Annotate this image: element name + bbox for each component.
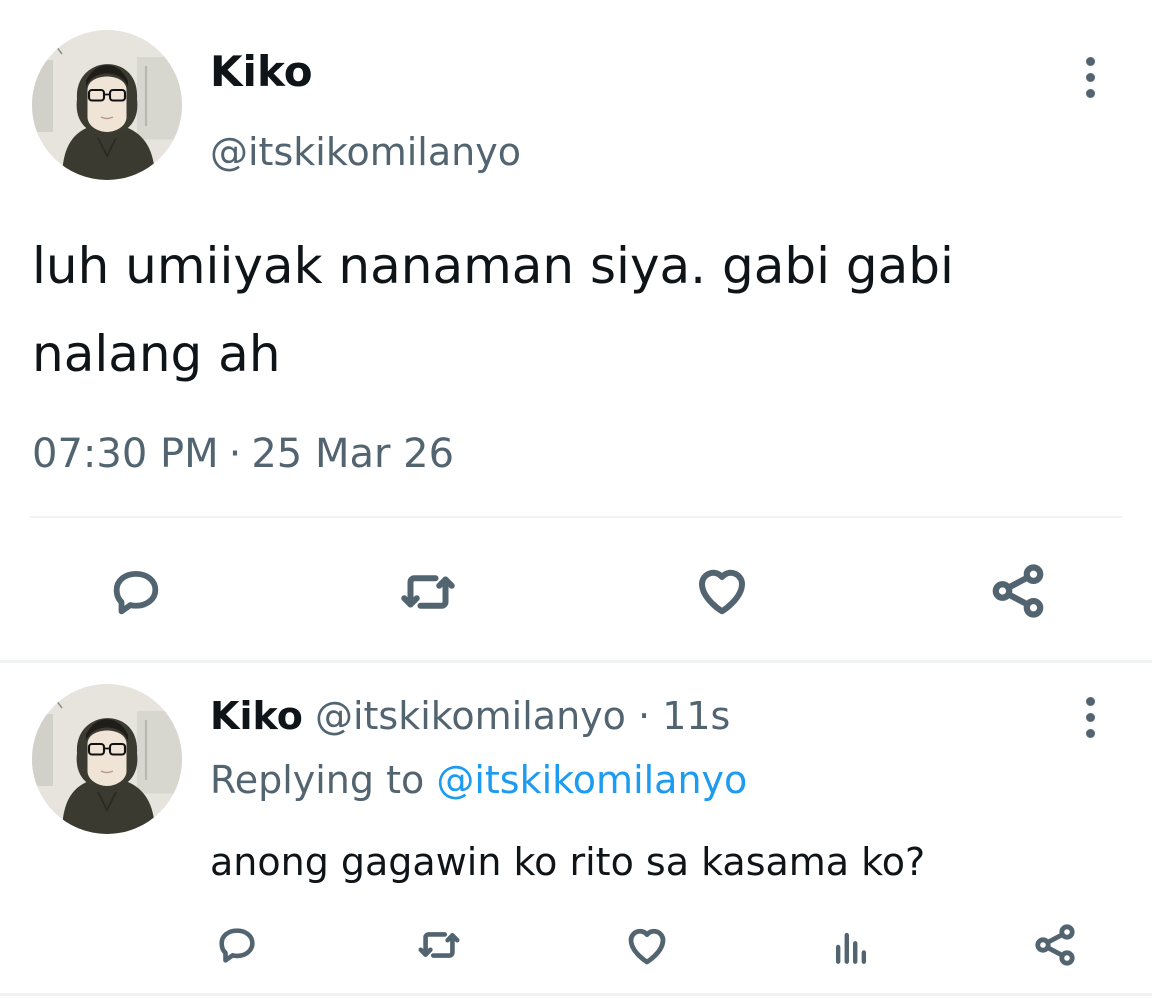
tweet-text: luh umiiyak nanaman siya. gabi gabi nala… <box>32 237 954 383</box>
more-dot-icon <box>1085 729 1095 738</box>
reply-author-name[interactable]: Kiko <box>210 694 303 738</box>
views-bar-chart-icon <box>835 932 867 964</box>
share-nodes-icon <box>1035 924 1075 966</box>
comment-bubble-icon <box>113 570 159 615</box>
meta-separator: · <box>228 431 242 477</box>
tweet-timestamp[interactable]: 07:30 PM · 25 Mar 26 <box>32 426 454 482</box>
author-handle[interactable]: @itskikomilanyo <box>210 126 521 178</box>
retweet-button[interactable] <box>392 560 464 624</box>
reply-author-handle[interactable]: @itskikomilanyo <box>315 694 626 738</box>
replying-to-line: Replying to @itskikomilanyo <box>210 752 747 808</box>
heart-icon <box>699 569 745 615</box>
reply-text: anong gagawin ko rito sa kasama ko? <box>210 840 926 884</box>
reply-relative-time[interactable]: 11s <box>662 694 730 738</box>
comment-bubble-icon <box>219 928 255 963</box>
retweet-icon <box>418 932 460 958</box>
replying-to-label: Replying to <box>210 758 425 802</box>
heart-icon <box>628 928 666 965</box>
more-dot-icon <box>1085 697 1095 706</box>
reply-author-avatar[interactable] <box>32 684 182 834</box>
author-avatar[interactable] <box>32 30 182 180</box>
share-button[interactable] <box>982 558 1054 624</box>
more-dot-icon <box>1085 57 1095 66</box>
reply-retweet-button[interactable] <box>412 918 466 972</box>
share-nodes-icon <box>992 564 1044 618</box>
avatar-photo <box>32 684 182 834</box>
section-divider <box>0 660 1152 663</box>
more-options-button[interactable] <box>1076 57 1104 98</box>
bottom-divider <box>0 993 1152 996</box>
author-name[interactable]: Kiko <box>210 44 313 100</box>
replying-to-handle-link[interactable]: @itskikomilanyo <box>436 758 747 802</box>
reply-more-options-button[interactable] <box>1076 697 1104 738</box>
reply-like-button[interactable] <box>620 918 674 972</box>
tweet-time: 07:30 PM <box>32 431 219 477</box>
reply-views-button[interactable] <box>824 920 878 974</box>
more-dot-icon <box>1085 713 1095 722</box>
divider <box>30 516 1122 518</box>
like-button[interactable] <box>686 558 758 622</box>
reply-header: Kiko @itskikomilanyo · 11s <box>210 688 730 744</box>
retweet-icon <box>401 575 455 609</box>
tweet-date: 25 Mar 26 <box>251 431 455 477</box>
meta-separator: · <box>638 694 651 738</box>
more-dot-icon <box>1085 73 1095 82</box>
avatar-photo <box>32 30 182 180</box>
reply-share-button[interactable] <box>1028 918 1082 972</box>
reply-button[interactable] <box>100 560 172 624</box>
reply-reply-button[interactable] <box>210 918 264 972</box>
more-dot-icon <box>1085 89 1095 98</box>
